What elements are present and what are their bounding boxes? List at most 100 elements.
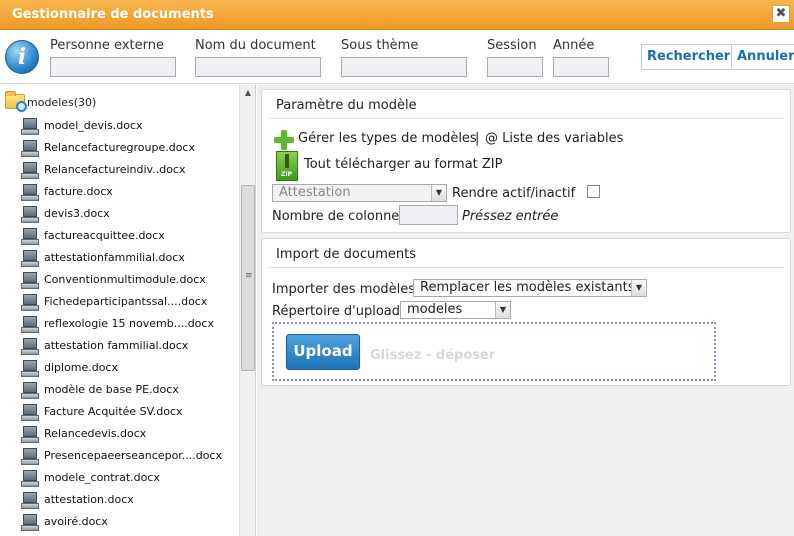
file-label: Relancefacturegroupe.docx xyxy=(44,141,195,154)
import-label: Importer des modèles xyxy=(272,282,416,297)
computer-document-icon xyxy=(21,272,39,289)
computer-document-icon xyxy=(21,382,39,399)
window-title: Gestionnaire de documents xyxy=(12,7,214,22)
search-bar: i Personne externe Nom du document Sous … xyxy=(0,30,794,84)
computer-document-icon xyxy=(21,448,39,465)
field-label: Sous thème xyxy=(341,38,419,53)
computer-document-icon xyxy=(21,426,39,443)
computer-document-icon xyxy=(21,360,39,377)
scroll-up-icon[interactable]: ▲ xyxy=(240,85,256,101)
separator: | xyxy=(475,131,480,146)
personne-externe-input[interactable] xyxy=(50,57,176,77)
file-item[interactable]: attestation.docx xyxy=(19,490,239,512)
file-label: modele_contrat.docx xyxy=(44,471,160,484)
computer-document-icon xyxy=(21,206,39,223)
params-panel: Paramètre du modèle Gérer les types de m… xyxy=(261,89,791,233)
computer-document-icon xyxy=(21,162,39,179)
chevron-down-icon: ▼ xyxy=(431,185,446,201)
file-label: attestationfammilial.docx xyxy=(44,251,185,264)
cancel-button[interactable]: Annuler xyxy=(731,44,794,70)
file-list: model_devis.docx Relancefacturegroupe.doc… xyxy=(19,116,239,534)
file-item[interactable]: attestationfammilial.docx xyxy=(19,248,239,270)
folder-label: modeles(30) xyxy=(27,96,97,109)
computer-document-icon xyxy=(21,470,39,487)
file-item[interactable]: modele_contrat.docx xyxy=(19,468,239,490)
info-icon: i xyxy=(5,40,39,74)
columns-input[interactable] xyxy=(399,205,458,225)
file-item[interactable]: model_devis.docx xyxy=(19,116,239,138)
columns-label: Nombre de colonne xyxy=(272,209,400,224)
field-session: Session xyxy=(487,38,543,77)
scroll-thumb[interactable]: ≡ xyxy=(241,185,255,371)
file-item[interactable]: facture.docx xyxy=(19,182,239,204)
file-label: avoiré.docx xyxy=(44,515,108,528)
chevron-down-icon: ▼ xyxy=(631,280,646,296)
file-label: Relancefactureindiv..docx xyxy=(44,163,186,176)
plus-icon xyxy=(274,130,294,150)
file-label: Facture Acquitée SV.docx xyxy=(44,405,183,418)
file-label: Relancedevis.docx xyxy=(44,427,147,440)
field-sous-theme: Sous thème xyxy=(341,38,467,77)
field-label: Année xyxy=(553,38,595,53)
zip-icon: ZIP xyxy=(276,151,298,181)
file-item[interactable]: Presencepaeerseancepor....docx xyxy=(19,446,239,468)
file-item[interactable]: factureacquittee.docx xyxy=(19,226,239,248)
window-titlebar: Gestionnaire de documents ✖ xyxy=(0,0,794,30)
nom-document-input[interactable] xyxy=(195,57,321,77)
search-button[interactable]: Rechercher xyxy=(641,44,737,70)
import-panel: Import de documents Importer des modèles… xyxy=(261,238,791,386)
file-label: attestation.docx xyxy=(44,493,134,506)
computer-document-icon xyxy=(21,118,39,135)
upload-button[interactable]: Upload xyxy=(286,334,360,370)
annee-input[interactable] xyxy=(553,57,609,77)
field-label: Personne externe xyxy=(50,38,164,53)
file-item[interactable]: Conventionmultimodule.docx xyxy=(19,270,239,292)
import-title: Import de documents xyxy=(276,247,417,262)
file-label: diplome.docx xyxy=(44,361,119,374)
drop-hint: Glissez - déposer xyxy=(370,348,496,363)
computer-document-icon xyxy=(21,316,39,333)
field-label: Session xyxy=(487,38,537,53)
tree-scrollbar[interactable]: ▲ ≡ xyxy=(239,85,255,536)
variables-link[interactable]: @ Liste des variables xyxy=(485,131,623,146)
session-input[interactable] xyxy=(487,57,543,77)
import-mode-select[interactable]: Remplacer les modèles existants ▼ xyxy=(413,279,647,297)
file-item[interactable]: diplome.docx xyxy=(19,358,239,380)
file-label: Presencepaeerseancepor....docx xyxy=(44,449,223,462)
file-label: devis3.docx xyxy=(44,207,110,220)
active-checkbox[interactable] xyxy=(587,185,600,198)
file-item[interactable]: modèle de base PE.docx xyxy=(19,380,239,402)
file-item[interactable]: reflexologie 15 novemb....docx xyxy=(19,314,239,336)
file-label: Conventionmultimodule.docx xyxy=(44,273,206,286)
drop-zone[interactable]: Upload Glissez - déposer xyxy=(272,322,716,381)
file-item[interactable]: attestation fammilial.docx xyxy=(19,336,239,358)
file-label: Fichedeparticipantssal....docx xyxy=(44,295,208,308)
sous-theme-input[interactable] xyxy=(341,57,467,77)
file-item[interactable]: Relancedevis.docx xyxy=(19,424,239,446)
file-item[interactable]: Relancefacturegroupe.docx xyxy=(19,138,239,160)
file-item[interactable]: avoiré.docx xyxy=(19,512,239,534)
upload-dir-value: modeles xyxy=(407,302,463,317)
main-area: Paramètre du modèle Gérer les types de m… xyxy=(257,85,794,536)
active-toggle-label: Rendre actif/inactif xyxy=(452,186,576,201)
file-label: model_devis.docx xyxy=(44,119,143,132)
computer-document-icon xyxy=(21,294,39,311)
file-item[interactable]: Relancefactureindiv..docx xyxy=(19,160,239,182)
divider xyxy=(268,118,784,119)
columns-hint: Préssez entrée xyxy=(462,209,559,224)
field-annee: Année xyxy=(553,38,609,77)
file-label: factureacquittee.docx xyxy=(44,229,165,242)
file-label: reflexologie 15 novemb....docx xyxy=(44,317,214,330)
close-icon[interactable]: ✖ xyxy=(772,5,790,23)
manage-types-link[interactable]: Gérer les types de modèles xyxy=(298,131,477,146)
computer-document-icon xyxy=(21,228,39,245)
upload-dir-select[interactable]: modeles ▼ xyxy=(400,301,511,319)
file-item[interactable]: devis3.docx xyxy=(19,204,239,226)
download-zip-link[interactable]: Tout télécharger au format ZIP xyxy=(304,157,502,172)
file-item[interactable]: Fichedeparticipantssal....docx xyxy=(19,292,239,314)
upload-dir-label: Répertoire d'upload xyxy=(272,304,400,319)
file-label: facture.docx xyxy=(44,185,113,198)
type-select[interactable]: Attestation ▼ xyxy=(272,184,447,202)
field-label: Nom du document xyxy=(195,38,316,53)
file-item[interactable]: Facture Acquitée SV.docx xyxy=(19,402,239,424)
